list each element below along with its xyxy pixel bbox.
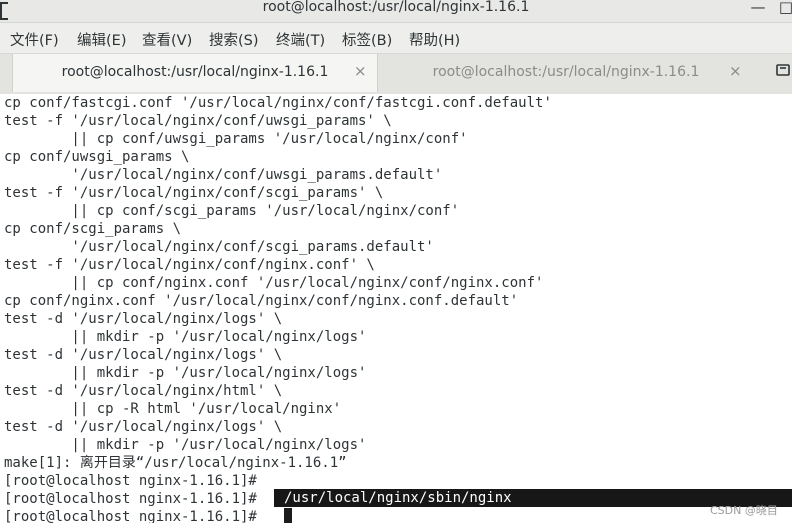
menu-terminal[interactable]: 终端(T)	[276, 29, 325, 50]
tab-label: root@localhost:/usr/local/nginx-1.16.1	[432, 64, 700, 80]
terminal-line: '/usr/local/nginx/conf/scgi_params.defau…	[4, 239, 434, 255]
watermark: CSDN @晓目	[710, 504, 778, 517]
menu-view[interactable]: 查看(V)	[142, 29, 192, 50]
menu-help[interactable]: 帮助(H)	[409, 29, 460, 50]
terminal-line: make[1]: 离开目录“/usr/local/nginx-1.16.1”	[4, 455, 347, 471]
terminal-line: || cp -R html '/usr/local/nginx'	[4, 401, 342, 417]
title-bar: root@localhost:/usr/local/nginx-1.16.1 —…	[0, 0, 792, 23]
menu-edit[interactable]: 编辑(E)	[77, 29, 126, 50]
text-cursor	[284, 508, 292, 523]
tab-close-icon[interactable]: ×	[729, 63, 742, 79]
terminal-line: test -d '/usr/local/nginx/logs' \	[4, 311, 283, 327]
terminal-prompt: [root@localhost nginx-1.16.1]#	[4, 491, 266, 507]
terminal-line: test -f '/usr/local/nginx/conf/scgi_para…	[4, 185, 384, 201]
terminal-prompt: [root@localhost nginx-1.16.1]#	[4, 473, 266, 489]
menu-bar: 文件(F) 编辑(E) 查看(V) 搜索(S) 终端(T) 标签(B) 帮助(H…	[0, 23, 792, 54]
highlighted-command: /usr/local/nginx/sbin/nginx	[284, 490, 512, 506]
maximize-button[interactable]: □	[776, 0, 792, 20]
menu-tabs[interactable]: 标签(B)	[342, 29, 392, 50]
terminal-output[interactable]: cp conf/fastcgi.conf '/usr/local/nginx/c…	[0, 94, 792, 523]
tab-terminal-1[interactable]: root@localhost:/usr/local/nginx-1.16.1 ×	[12, 54, 378, 92]
terminal-line: || cp conf/scgi_params '/usr/local/nginx…	[4, 203, 460, 219]
new-tab-icon[interactable]	[776, 64, 790, 76]
tab-close-icon[interactable]: ×	[354, 63, 367, 79]
terminal-line: '/usr/local/nginx/conf/uwsgi_params.defa…	[4, 167, 443, 183]
terminal-line: || mkdir -p '/usr/local/nginx/logs'	[4, 365, 367, 381]
terminal-line: || cp conf/uwsgi_params '/usr/local/ngin…	[4, 131, 468, 147]
menu-search[interactable]: 搜索(S)	[209, 29, 259, 50]
tab-label: root@localhost:/usr/local/nginx-1.16.1	[61, 64, 329, 80]
terminal-line: cp conf/nginx.conf '/usr/local/nginx/con…	[4, 293, 519, 309]
terminal-line: || mkdir -p '/usr/local/nginx/logs'	[4, 329, 367, 345]
terminal-line: cp conf/uwsgi_params \	[4, 149, 190, 165]
terminal-line: cp conf/scgi_params \	[4, 221, 182, 237]
terminal-line: test -d '/usr/local/nginx/logs' \	[4, 419, 283, 435]
tab-terminal-2[interactable]: root@localhost:/usr/local/nginx-1.16.1 ×	[376, 54, 756, 92]
window-title: root@localhost:/usr/local/nginx-1.16.1	[262, 0, 530, 15]
menu-file[interactable]: 文件(F)	[10, 29, 59, 50]
terminal-line: test -f '/usr/local/nginx/conf/uwsgi_par…	[4, 113, 392, 129]
minimize-button[interactable]: —	[748, 0, 768, 20]
terminal-line: test -d '/usr/local/nginx/html' \	[4, 383, 283, 399]
terminal-line: test -f '/usr/local/nginx/conf/nginx.con…	[4, 257, 375, 273]
terminal-prompt: [root@localhost nginx-1.16.1]#	[4, 509, 266, 523]
terminal-line: || cp conf/nginx.conf '/usr/local/nginx/…	[4, 275, 544, 291]
terminal-line: || mkdir -p '/usr/local/nginx/logs'	[4, 437, 367, 453]
terminal-line: test -d '/usr/local/nginx/logs' \	[4, 347, 283, 363]
tab-bar: root@localhost:/usr/local/nginx-1.16.1 ×…	[0, 54, 792, 95]
terminal-line: cp conf/fastcgi.conf '/usr/local/nginx/c…	[4, 95, 552, 111]
